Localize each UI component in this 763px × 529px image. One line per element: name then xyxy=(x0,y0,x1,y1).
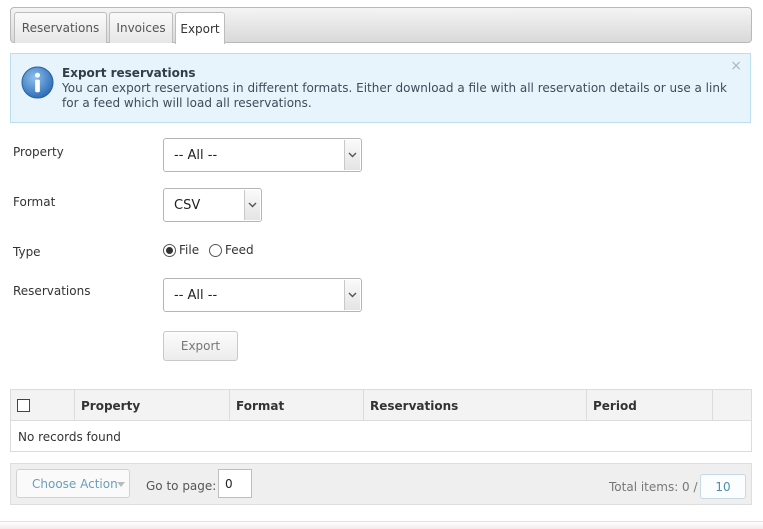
radio-feed-label: Feed xyxy=(225,243,254,257)
choose-action-button[interactable]: Choose Action xyxy=(16,469,130,498)
radio-selected-icon xyxy=(163,243,176,257)
column-property[interactable]: Property xyxy=(75,390,230,421)
info-alert: Export reservations You can export reser… xyxy=(10,53,751,123)
property-select[interactable]: -- All -- xyxy=(163,138,362,172)
alert-message: You can export reservations in different… xyxy=(62,81,727,110)
reservations-select-value: -- All -- xyxy=(174,288,218,303)
radio-unselected-icon xyxy=(209,243,222,257)
tab-reservations[interactable]: Reservations xyxy=(14,12,107,43)
alert-title: Export reservations xyxy=(62,66,196,80)
select-all-cell xyxy=(11,390,75,421)
goto-page-input[interactable]: 0 xyxy=(218,469,252,498)
tab-export[interactable]: Export xyxy=(175,12,225,44)
format-label: Format xyxy=(13,195,56,209)
table-header: Property Format Reservations Period xyxy=(11,390,751,421)
property-select-value: -- All -- xyxy=(174,148,218,163)
total-items: Total items: 0 / xyxy=(609,480,698,494)
column-period[interactable]: Period xyxy=(587,390,713,421)
page-size-button[interactable]: 10 xyxy=(700,474,746,499)
export-button[interactable]: Export xyxy=(163,331,238,361)
chevron-down-icon xyxy=(244,190,260,220)
empty-message: No records found xyxy=(18,430,121,444)
column-reservations[interactable]: Reservations xyxy=(364,390,587,421)
pagination-bar: Choose Action Go to page: 0 Total items:… xyxy=(10,463,752,505)
select-all-checkbox[interactable] xyxy=(17,399,30,412)
radio-feed[interactable]: Feed xyxy=(209,243,254,257)
column-format[interactable]: Format xyxy=(230,390,364,421)
reservations-label: Reservations xyxy=(13,284,91,298)
tab-invoices[interactable]: Invoices xyxy=(109,12,173,43)
close-icon[interactable]: × xyxy=(730,58,742,74)
chevron-down-icon xyxy=(344,140,360,170)
column-actions xyxy=(713,390,751,421)
property-label: Property xyxy=(13,145,64,159)
page-bottom-edge xyxy=(0,521,763,529)
caret-down-icon xyxy=(117,482,125,487)
choose-action-label: Choose Action xyxy=(32,476,118,491)
records-table: Property Format Reservations Period No r… xyxy=(10,389,752,452)
radio-file-label: File xyxy=(179,243,200,257)
format-select-value: CSV xyxy=(174,198,201,213)
reservations-select[interactable]: -- All -- xyxy=(163,278,362,312)
radio-file[interactable]: File xyxy=(163,243,199,257)
goto-label: Go to page: xyxy=(146,479,217,493)
info-icon xyxy=(21,66,54,99)
tab-bar: Reservations Invoices Export xyxy=(10,7,752,44)
type-label: Type xyxy=(13,245,41,259)
chevron-down-icon xyxy=(344,280,360,310)
format-select[interactable]: CSV xyxy=(163,188,262,222)
